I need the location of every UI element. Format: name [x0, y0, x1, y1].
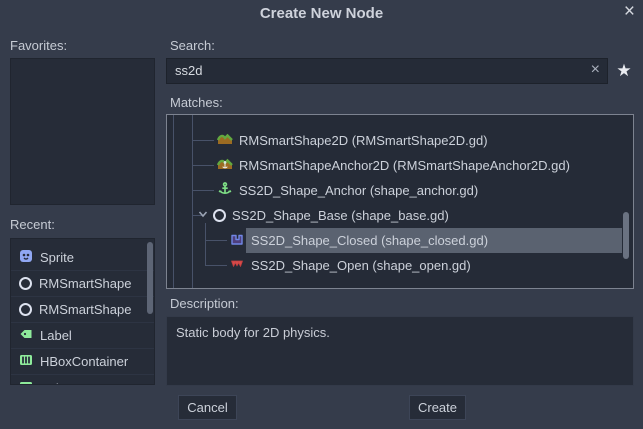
tree-item-label: RMSmartShape2D (RMSmartShape2D.gd) [239, 133, 488, 148]
spinbox-icon [19, 380, 33, 386]
tree-item-rmsmartshapeanchor2d[interactable]: RMSmartShapeAnchor2D (RMSmartShapeAnchor… [167, 153, 633, 178]
list-item[interactable]: SpinBox [11, 375, 154, 385]
label-tag-icon [19, 327, 33, 344]
page-title: Create New Node [0, 5, 643, 22]
open-shape-icon [229, 256, 245, 275]
description-text: Static body for 2D physics. [176, 325, 330, 340]
search-value: ss2d [175, 63, 202, 78]
recent-scrollbar[interactable] [147, 242, 153, 314]
tree-item-label: SS2D_Shape_Open (shape_open.gd) [251, 258, 471, 273]
list-item[interactable]: RMSmartShape [11, 271, 154, 297]
tree-item-label: SS2D_Shape_Base (shape_base.gd) [232, 208, 449, 223]
circle-icon [19, 303, 32, 316]
terrain-icon [217, 131, 233, 150]
chevron-down-icon[interactable] [197, 208, 209, 223]
description-label: Description: [170, 296, 239, 311]
search-label: Search: [170, 38, 215, 53]
favorites-list[interactable] [10, 58, 155, 205]
closed-shape-icon [229, 231, 245, 250]
list-item-label: SpinBox [40, 381, 88, 386]
favorites-label: Favorites: [10, 38, 67, 53]
list-item-label: RMSmartShape [39, 276, 131, 291]
list-item-label: HBoxContainer [40, 354, 128, 369]
circle-icon [213, 209, 226, 222]
terrain-anchor-icon [217, 156, 233, 175]
circle-icon [19, 277, 32, 290]
sprite-icon [19, 249, 33, 266]
tree-item-label: SS2D_Shape_Closed (shape_closed.gd) [251, 233, 488, 248]
tree-item-rmsmartshape2d[interactable]: RMSmartShape2D (RMSmartShape2D.gd) [167, 128, 633, 153]
create-button[interactable]: Create [409, 395, 466, 420]
tree-item-label: SS2D_Shape_Anchor (shape_anchor.gd) [239, 183, 478, 198]
list-item[interactable]: RMSmartShape [11, 297, 154, 323]
description-panel: Static body for 2D physics. [166, 316, 634, 386]
tree-item-label: RMSmartShapeAnchor2D (RMSmartShapeAnchor… [239, 158, 570, 173]
clear-search-icon[interactable]: × [591, 61, 600, 79]
cancel-button[interactable]: Cancel [178, 395, 237, 420]
anchor-icon [217, 181, 233, 200]
recent-list: Sprite RMSmartShape RMSmartShape Label H… [10, 238, 155, 385]
tree-item-ss2d-shape-base[interactable]: SS2D_Shape_Base (shape_base.gd) [167, 203, 633, 228]
list-item[interactable]: HBoxContainer [11, 349, 154, 375]
matches-scrollbar[interactable] [623, 212, 629, 259]
tree-item-ss2d-shape-anchor[interactable]: SS2D_Shape_Anchor (shape_anchor.gd) [167, 178, 633, 203]
list-item[interactable]: Label [11, 323, 154, 349]
list-item-label: Sprite [40, 250, 74, 265]
favorite-star-icon[interactable]: ★ [612, 58, 636, 84]
matches-label: Matches: [170, 95, 223, 110]
list-item-label: RMSmartShape [39, 302, 131, 317]
hbox-container-icon [19, 353, 33, 370]
list-item[interactable]: Sprite [11, 245, 154, 271]
recent-label: Recent: [10, 217, 55, 232]
list-item-label: Label [40, 328, 72, 343]
tree-item-ss2d-shape-open[interactable]: SS2D_Shape_Open (shape_open.gd) [167, 253, 633, 278]
matches-tree: RMSmartShape2D (RMSmartShape2D.gd) RMSma… [166, 114, 634, 289]
search-input[interactable]: ss2d × [166, 58, 608, 84]
close-icon[interactable]: × [624, 1, 635, 23]
